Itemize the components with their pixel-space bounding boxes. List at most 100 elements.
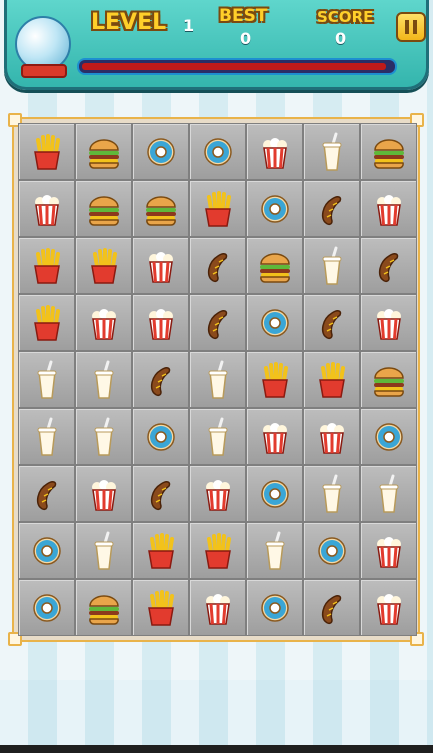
milkshake-icon: [94, 531, 114, 570]
popcorn-icon: [92, 480, 116, 511]
tile[interactable]: [132, 294, 189, 351]
donut-icon: [261, 594, 289, 622]
tile[interactable]: [132, 237, 189, 294]
tile[interactable]: [246, 123, 303, 180]
tile[interactable]: [18, 294, 75, 351]
time-progress-bar: [77, 58, 397, 75]
tile[interactable]: [246, 408, 303, 465]
milkshake-icon: [322, 246, 342, 285]
tile[interactable]: [189, 579, 246, 636]
tile[interactable]: [132, 180, 189, 237]
donut-icon: [318, 537, 346, 565]
tile[interactable]: [360, 294, 417, 351]
tile[interactable]: [18, 579, 75, 636]
popcorn-icon: [263, 138, 287, 169]
tile[interactable]: [360, 408, 417, 465]
fries-icon: [34, 305, 60, 341]
donut-icon: [33, 537, 61, 565]
popcorn-icon: [320, 423, 344, 454]
tile[interactable]: [189, 351, 246, 408]
tile[interactable]: [75, 579, 132, 636]
fries-icon: [148, 533, 174, 569]
burger-icon: [374, 139, 404, 169]
tile[interactable]: [132, 408, 189, 465]
fries-icon: [205, 191, 231, 227]
popcorn-icon: [377, 195, 401, 226]
level-value: 1: [183, 16, 195, 35]
tile[interactable]: [18, 123, 75, 180]
tile[interactable]: [360, 522, 417, 579]
tile[interactable]: [360, 579, 417, 636]
tile[interactable]: [303, 294, 360, 351]
tile[interactable]: [189, 408, 246, 465]
fries-icon: [262, 362, 288, 398]
tile[interactable]: [246, 237, 303, 294]
tile[interactable]: [246, 351, 303, 408]
fries-icon: [34, 248, 60, 284]
sausage-icon: [378, 253, 399, 283]
sausage-icon: [36, 481, 57, 511]
top-hud: LEVEL 1 BEST 0 SCORE 0: [4, 0, 429, 90]
tile[interactable]: [18, 522, 75, 579]
tile[interactable]: [18, 465, 75, 522]
tile[interactable]: [360, 351, 417, 408]
tile[interactable]: [75, 522, 132, 579]
tile[interactable]: [246, 522, 303, 579]
tile[interactable]: [189, 294, 246, 351]
milkshake-icon: [94, 417, 114, 456]
tile[interactable]: [18, 180, 75, 237]
tile[interactable]: [75, 180, 132, 237]
tile[interactable]: [132, 123, 189, 180]
tile[interactable]: [189, 180, 246, 237]
tile[interactable]: [360, 123, 417, 180]
tile[interactable]: [246, 579, 303, 636]
tile[interactable]: [303, 351, 360, 408]
tile[interactable]: [18, 408, 75, 465]
tile[interactable]: [246, 465, 303, 522]
tile[interactable]: [18, 351, 75, 408]
tile[interactable]: [303, 180, 360, 237]
score-value: 0: [335, 29, 347, 48]
level-label: LEVEL: [91, 10, 167, 35]
tile[interactable]: [303, 522, 360, 579]
sausage-icon: [207, 253, 228, 283]
milkshake-icon: [208, 417, 228, 456]
popcorn-icon: [377, 537, 401, 568]
tile[interactable]: [189, 465, 246, 522]
tile[interactable]: [360, 465, 417, 522]
tile[interactable]: [246, 180, 303, 237]
popcorn-icon: [149, 309, 173, 340]
tile[interactable]: [75, 465, 132, 522]
best-label: BEST: [219, 6, 268, 26]
tile[interactable]: [303, 408, 360, 465]
best-value: 0: [240, 29, 252, 48]
burger-icon: [89, 196, 119, 226]
tile[interactable]: [75, 237, 132, 294]
popcorn-icon: [263, 423, 287, 454]
pause-button[interactable]: [396, 12, 426, 42]
fries-icon: [91, 248, 117, 284]
tile[interactable]: [303, 465, 360, 522]
tile[interactable]: [303, 237, 360, 294]
donut-icon: [33, 594, 61, 622]
tile[interactable]: [75, 408, 132, 465]
tile[interactable]: [189, 123, 246, 180]
tile[interactable]: [303, 579, 360, 636]
tile[interactable]: [132, 465, 189, 522]
tile[interactable]: [75, 123, 132, 180]
tile[interactable]: [303, 123, 360, 180]
tile[interactable]: [132, 351, 189, 408]
tile[interactable]: [189, 522, 246, 579]
tile[interactable]: [132, 579, 189, 636]
tile[interactable]: [246, 294, 303, 351]
popcorn-icon: [206, 594, 230, 625]
tile[interactable]: [360, 237, 417, 294]
tile[interactable]: [132, 522, 189, 579]
milkshake-icon: [208, 360, 228, 399]
tile[interactable]: [189, 237, 246, 294]
tile[interactable]: [75, 351, 132, 408]
tile[interactable]: [75, 294, 132, 351]
tile[interactable]: [18, 237, 75, 294]
tile[interactable]: [360, 180, 417, 237]
score-label: SCORE: [317, 8, 374, 26]
